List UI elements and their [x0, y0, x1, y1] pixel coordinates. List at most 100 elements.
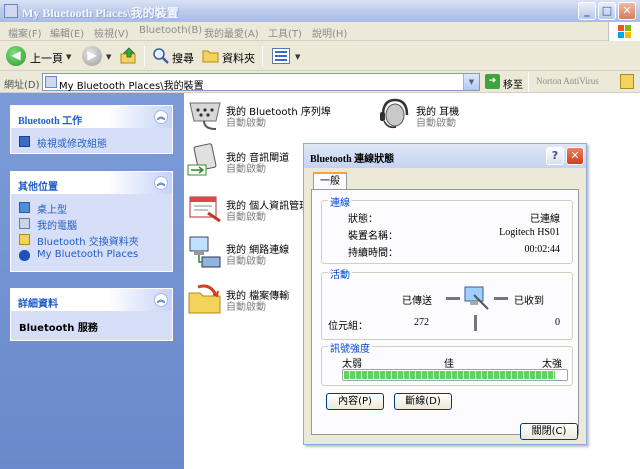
signal-strength-group: 訊號強度 太弱 佳 太強 — [321, 340, 573, 386]
device-status: 自動啟動 — [226, 212, 266, 223]
signal-weak-label: 太弱 — [342, 359, 362, 370]
bluetooth-tasks-panel: Bluetooth 工作 ︽ 檢視或修改組態 — [10, 105, 173, 154]
folder-icon — [19, 234, 30, 245]
other-places-title: 其他位置 — [18, 182, 58, 193]
menu-view[interactable]: 檢視(V) — [94, 25, 129, 40]
menu-favorites[interactable]: 我的最愛(A) — [204, 25, 259, 40]
explorer-window: My Bluetooth Places\我的裝置 _ □ ✕ 檔案(F) 編輯(… — [0, 0, 640, 469]
details-header[interactable]: 詳細資料 ︽ — [11, 289, 172, 311]
collapse-chevron-icon[interactable]: ︽ — [154, 293, 168, 307]
title-bar: My Bluetooth Places\我的裝置 _ □ ✕ — [0, 0, 640, 22]
received-label: 已收到 — [514, 296, 544, 307]
other-places-header[interactable]: 其他位置 ︽ — [11, 172, 172, 194]
headset-icon — [380, 98, 409, 129]
maximize-button[interactable]: □ — [598, 2, 616, 20]
device-status: 自動啟動 — [226, 118, 266, 129]
device-status: 自動啟動 — [226, 256, 266, 267]
go-arrow-icon[interactable]: ➜ — [485, 74, 500, 89]
folders-icon[interactable] — [202, 48, 220, 64]
bluetooth-tasks-header[interactable]: Bluetooth 工作 ︽ — [11, 106, 172, 128]
device-headset[interactable]: 我的 耳機 自動啟動 — [376, 97, 526, 133]
state-value: 已連線 — [530, 214, 560, 225]
views-dropdown-icon[interactable]: ▼ — [295, 53, 300, 61]
file-transfer-icon — [188, 284, 221, 314]
details-title: 詳細資料 — [18, 299, 58, 310]
back-dropdown-icon[interactable]: ▼ — [66, 53, 71, 61]
dialog-title-bar: Bluetooth 連線狀態 ? ✕ — [304, 144, 586, 168]
standard-toolbar: ◀ 上一頁 ▼ ▶ ▼ 搜尋 資料夾 ▼ — [0, 41, 640, 71]
place-my-computer[interactable]: 我的電腦 — [11, 215, 172, 232]
norton-antivirus-toolbar[interactable]: Norton AntiVirus — [536, 76, 599, 86]
activity-group-label: 活動 — [328, 266, 352, 281]
toolbar-separator — [262, 46, 263, 66]
address-dropdown-icon[interactable]: ▼ — [463, 74, 479, 90]
link-line — [446, 297, 460, 300]
bluetooth-places-icon — [45, 76, 57, 88]
menu-bluetooth[interactable]: Bluetooth(B) — [139, 25, 202, 36]
bluetooth-tasks-title: Bluetooth 工作 — [18, 116, 83, 127]
link-line — [474, 315, 477, 331]
toolbar-separator — [528, 72, 529, 92]
details-body: Bluetooth 服務 — [19, 323, 98, 334]
serial-port-icon — [189, 102, 221, 130]
signal-strong-label: 太強 — [542, 359, 562, 370]
duration-label: 持續時間： — [348, 248, 398, 259]
signal-strength-group-label: 訊號強度 — [328, 340, 372, 355]
place-bluetooth-exchange-folder[interactable]: Bluetooth 交換資料夾 — [11, 231, 172, 248]
folders-button-label[interactable]: 資料夾 — [222, 50, 255, 66]
menu-edit[interactable]: 編輯(E) — [50, 25, 84, 40]
collapse-chevron-icon[interactable]: ︽ — [154, 176, 168, 190]
desktop-icon — [19, 202, 30, 213]
bluetooth-places-icon — [4, 4, 18, 18]
signal-good-label: 佳 — [444, 359, 454, 370]
views-icon[interactable] — [272, 48, 290, 64]
device-status: 自動啟動 — [416, 118, 456, 129]
tab-panel-general: 連線 狀態： 已連線 裝置名稱： Logitech HS01 持續時間： 00:… — [311, 189, 579, 440]
menu-help[interactable]: 說明(H) — [312, 25, 347, 40]
dialog-close-button[interactable]: ✕ — [566, 147, 584, 165]
state-label: 狀態： — [348, 214, 378, 225]
windows-logo-icon — [608, 22, 640, 41]
collapse-chevron-icon[interactable]: ︽ — [154, 110, 168, 124]
up-folder-icon[interactable] — [120, 47, 138, 65]
device-status: 自動啟動 — [226, 164, 266, 175]
close-dialog-button[interactable]: 關閉(C) — [520, 423, 578, 440]
properties-button[interactable]: 內容(P) — [326, 393, 384, 410]
connection-group: 連線 狀態： 已連線 裝置名稱： Logitech HS01 持續時間： 00:… — [321, 194, 573, 264]
go-button-label[interactable]: 移至 — [503, 76, 523, 91]
toolbar-separator — [144, 46, 145, 66]
search-button-label[interactable]: 搜尋 — [172, 50, 194, 66]
norton-icon[interactable] — [620, 74, 634, 89]
address-value: My Bluetooth Places\我的裝置 — [59, 81, 204, 92]
link-line — [494, 297, 508, 300]
forward-arrow-icon[interactable]: ▶ — [82, 46, 102, 66]
search-icon[interactable] — [152, 47, 170, 65]
computer-icon — [19, 218, 30, 229]
device-status: 自動啟動 — [226, 302, 266, 313]
minimize-button[interactable]: _ — [578, 2, 596, 20]
task-pane: Bluetooth 工作 ︽ 檢視或修改組態 其他位置 ︽ 桌上型 我的電腦 B… — [0, 93, 184, 469]
disconnect-button[interactable]: 斷線(D) — [394, 393, 452, 410]
back-arrow-icon[interactable]: ◀ — [6, 46, 26, 66]
close-button[interactable]: ✕ — [618, 2, 636, 20]
back-button-label[interactable]: 上一頁 — [30, 50, 63, 66]
duration-value: 00:02:44 — [524, 244, 560, 255]
tab-general[interactable]: 一般 — [313, 172, 347, 190]
task-view-config[interactable]: 檢視或修改組態 — [11, 133, 172, 150]
help-button[interactable]: ? — [546, 147, 564, 165]
bluetooth-icon — [19, 250, 30, 261]
connection-group-label: 連線 — [328, 194, 352, 209]
sent-label: 已傳送 — [402, 296, 432, 307]
forward-dropdown-icon[interactable]: ▼ — [106, 53, 111, 61]
menu-tools[interactable]: 工具(T) — [268, 25, 302, 40]
network-icon — [189, 236, 221, 268]
place-my-bluetooth-places[interactable]: My Bluetooth Places — [11, 247, 172, 263]
menu-file[interactable]: 檔案(F) — [8, 25, 42, 40]
place-desktop[interactable]: 桌上型 — [11, 199, 172, 216]
dialog-title: Bluetooth 連線狀態 — [310, 154, 395, 165]
window-title: My Bluetooth Places\我的裝置 — [22, 6, 179, 20]
device-serial-port[interactable]: 我的 Bluetooth 序列埠 自動啟動 — [186, 97, 366, 133]
signal-strength-bar — [342, 369, 568, 381]
address-field[interactable]: My Bluetooth Places\我的裝置 ▼ — [42, 73, 480, 92]
device-name-value: Logitech HS01 — [499, 227, 560, 238]
